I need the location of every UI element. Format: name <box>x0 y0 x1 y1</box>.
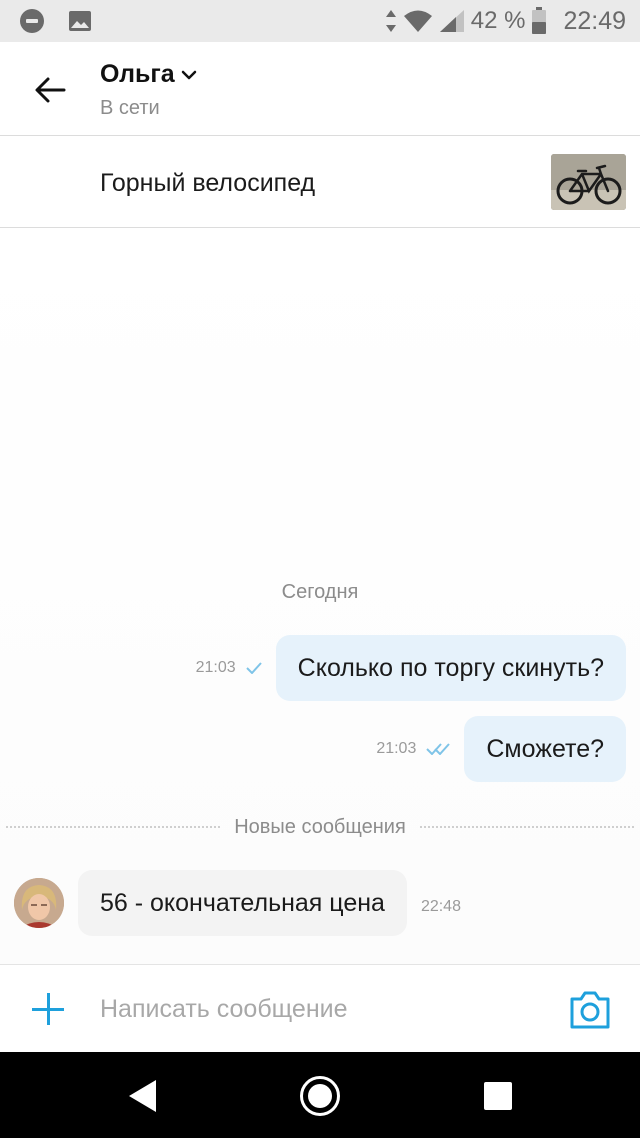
battery-percent: 42 % <box>470 7 526 34</box>
add-attachment-button[interactable] <box>28 989 68 1029</box>
back-button[interactable] <box>26 66 74 114</box>
divider <box>6 826 221 828</box>
message-time: 21:03 <box>195 659 236 676</box>
contact-name: Ольга <box>100 60 175 88</box>
incoming-message[interactable]: 56 - окончательная цена 22:48 <box>14 870 461 936</box>
outgoing-message[interactable]: 21:03 Сколько по торгу скинуть? <box>196 635 626 701</box>
listing-bar[interactable]: Горный велосипед <box>0 136 640 228</box>
data-arrows-icon <box>385 10 396 32</box>
sent-check-icon <box>245 662 262 674</box>
nav-recent-apps-icon[interactable] <box>484 1082 512 1110</box>
camera-button[interactable] <box>568 989 612 1031</box>
contact-info[interactable]: Ольга В сети <box>100 60 197 120</box>
message-time: 22:48 <box>420 898 461 915</box>
new-messages-separator: Новые сообщения <box>0 814 640 840</box>
listing-thumbnail[interactable] <box>551 154 626 210</box>
outgoing-message[interactable]: 21:03 Сможете? <box>376 716 626 782</box>
wifi-icon <box>403 10 432 32</box>
nav-back-icon[interactable] <box>126 1078 158 1114</box>
bicycle-image <box>551 154 626 210</box>
status-time: 22:49 <box>563 6 626 35</box>
system-nav-bar <box>0 1052 640 1138</box>
read-double-check-icon <box>426 743 451 755</box>
message-input[interactable] <box>100 987 530 1031</box>
listing-title[interactable]: Горный велосипед <box>100 169 315 198</box>
avatar-image <box>14 878 64 928</box>
contact-status: В сети <box>100 97 160 119</box>
date-separator: Сегодня <box>281 581 359 603</box>
status-bar: 42 % 22:49 <box>0 0 640 42</box>
nav-home-icon[interactable] <box>300 1076 340 1116</box>
message-bubble[interactable]: Сколько по торгу скинуть? <box>275 635 626 701</box>
chat-header: Ольга В сети <box>0 42 640 136</box>
status-bar-right: 42 % 22:49 <box>385 6 626 36</box>
divider <box>419 826 635 828</box>
new-messages-label: Новые сообщения <box>234 815 406 838</box>
contact-name-row[interactable]: Ольга <box>100 60 197 89</box>
battery-icon <box>532 7 547 34</box>
status-bar-left <box>20 9 92 33</box>
avatar[interactable] <box>14 878 64 928</box>
signal-icon <box>439 10 464 32</box>
chevron-down-icon[interactable] <box>181 69 197 81</box>
do-not-disturb-icon <box>20 9 44 33</box>
message-bubble[interactable]: 56 - окончательная цена <box>78 870 407 936</box>
camera-icon <box>570 991 610 1029</box>
message-time: 21:03 <box>376 740 417 757</box>
message-bubble[interactable]: Сможете? <box>464 716 626 782</box>
arrow-left-icon <box>35 77 66 103</box>
image-icon <box>69 11 91 31</box>
chat-area[interactable]: Сегодня 21:03 Сколько по торгу скинуть? … <box>0 228 640 964</box>
message-input-bar <box>0 964 640 1052</box>
